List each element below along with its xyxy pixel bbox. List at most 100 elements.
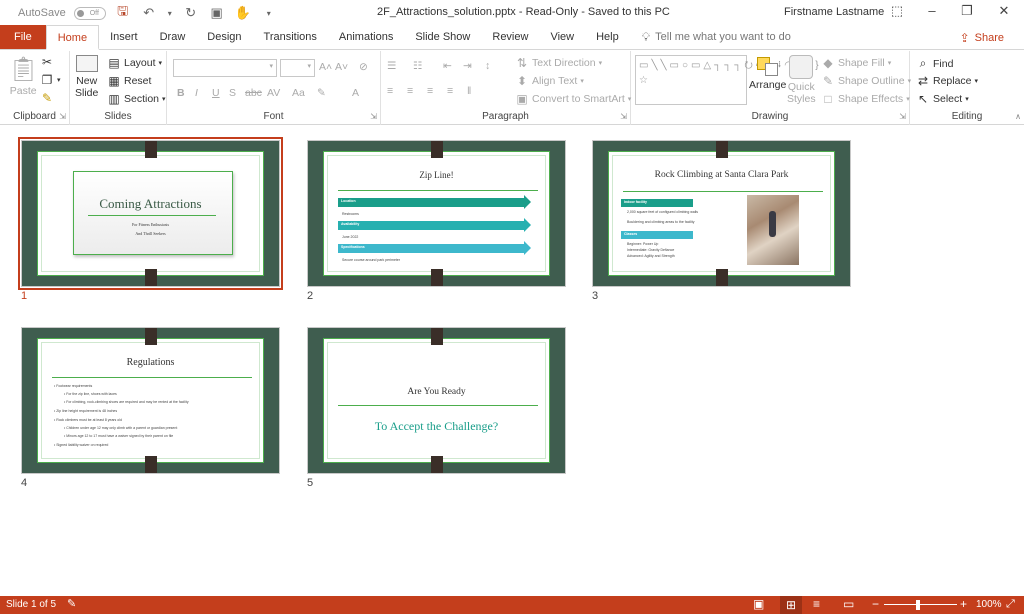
new-slide-button[interactable]: New Slide (75, 55, 98, 99)
zoom-out-icon[interactable]: − (872, 597, 879, 611)
reset-button[interactable]: ▦ Reset (107, 74, 151, 88)
reading-view-icon[interactable]: ≡ (813, 597, 820, 611)
numbering-icon[interactable]: ☷ (413, 60, 422, 72)
highlight-icon[interactable]: ✎ (317, 87, 326, 99)
find-button[interactable]: ⌕ Find (916, 56, 954, 71)
tab-help[interactable]: Help (585, 25, 630, 49)
save-icon[interactable]: 🖫 (114, 2, 132, 24)
tell-me-search[interactable]: 💡︎ Tell me what you want to do (630, 25, 791, 49)
tab-review[interactable]: Review (481, 25, 539, 49)
convert-smartart-button[interactable]: ▣ Convert to SmartArt ▾ (515, 92, 631, 106)
paragraph-launcher-icon[interactable]: ⇲ (620, 112, 627, 121)
format-painter-icon[interactable]: ✎ (40, 91, 54, 105)
arrange-button[interactable]: Arrange (749, 55, 786, 91)
minimize-icon[interactable]: – (922, 3, 942, 21)
normal-view-icon[interactable]: ▣ (753, 597, 764, 611)
drawing-group-label: Drawing (751, 111, 789, 122)
shape-effects-label: Shape Effects (838, 93, 904, 105)
slide-thumbnail-1[interactable]: Coming Attractions For Fitness Enthusias… (18, 137, 283, 290)
slide-thumbnail-3[interactable]: Rock Climbing at Santa Clara Park Indoor… (592, 140, 851, 287)
underline-icon[interactable]: U (212, 87, 220, 99)
tab-design[interactable]: Design (196, 25, 252, 49)
line-spacing-icon[interactable]: ↕ (485, 60, 490, 72)
tab-animations[interactable]: Animations (328, 25, 404, 49)
text-shadow-icon[interactable]: S (229, 87, 236, 99)
shape-fill-button[interactable]: ◆ Shape Fill ▾ (821, 56, 891, 70)
shapes-gallery[interactable]: ▭╲╲▭○▭△┐┐┐⭮⇨⭠⭭◠⤴{}☆ (635, 55, 819, 105)
font-color-icon[interactable]: A (352, 87, 359, 99)
text-direction-button[interactable]: ⇅ Text Direction ▾ (515, 56, 602, 70)
convert-smartart-label: Convert to SmartArt (532, 93, 625, 105)
replace-button[interactable]: ⇄ Replace ▾ (916, 74, 978, 88)
align-right-icon[interactable]: ≡ (427, 85, 433, 97)
shape-effects-button[interactable]: □ Shape Effects ▾ (821, 92, 909, 106)
justify-icon[interactable]: ≡ (447, 85, 453, 97)
select-button[interactable]: ↖ Select ▾ (916, 92, 969, 106)
touch-mode-icon[interactable]: ✋ (234, 5, 252, 21)
tab-draw[interactable]: Draw (149, 25, 197, 49)
close-icon[interactable]: ✕ (994, 3, 1014, 21)
zoom-level[interactable]: 100% (976, 599, 1002, 610)
start-from-beginning-icon[interactable]: ▣ (208, 5, 226, 21)
fit-to-window-icon[interactable]: ⤢ (1006, 598, 1015, 611)
font-name-dropdown[interactable]: ▾ (173, 59, 277, 77)
shape-outline-button[interactable]: ✎ Shape Outline ▾ (821, 74, 911, 88)
share-button[interactable]: ⇪ Share (960, 31, 1004, 45)
strikethrough-icon[interactable]: abc (245, 87, 262, 99)
slide-sorter-view-icon[interactable]: ⊞ (780, 596, 802, 614)
align-text-button[interactable]: ⬍ Align Text ▾ (515, 74, 584, 88)
slide-thumbnail-5[interactable]: Are You Ready To Accept the Challenge? (307, 327, 566, 474)
change-case-icon[interactable]: Aa (292, 87, 305, 99)
collapse-ribbon-icon[interactable]: ∧ (1015, 112, 1021, 121)
regulation-line: • Children under age 12 may only climb w… (64, 426, 178, 430)
zoom-slider-thumb[interactable] (916, 600, 920, 610)
zoom-in-icon[interactable]: + (960, 597, 967, 611)
shape-fill-icon: ◆ (823, 56, 833, 70)
list-text: Secure course around park perimeter (342, 258, 400, 262)
increase-font-size-icon[interactable]: A˄ (319, 61, 332, 73)
bullets-icon[interactable]: ☰ (387, 60, 396, 72)
user-name[interactable]: Firstname Lastname (784, 6, 884, 18)
quick-styles-button[interactable]: Quick Styles (787, 55, 816, 105)
slide-show-view-icon[interactable]: ▭ (843, 597, 854, 611)
increase-indent-icon[interactable]: ⇥ (463, 60, 472, 72)
replace-icon: ⇄ (917, 74, 929, 88)
tab-slide-show[interactable]: Slide Show (404, 25, 481, 49)
align-center-icon[interactable]: ≡ (407, 85, 413, 97)
decrease-font-size-icon[interactable]: A˅ (335, 61, 348, 73)
copy-icon[interactable]: ❐ ▾ (40, 73, 61, 87)
columns-icon[interactable]: ‖ (467, 85, 471, 97)
section-button[interactable]: ▥ Section ▾ (107, 92, 165, 106)
clear-formatting-icon[interactable]: ⊘ (359, 61, 368, 73)
character-spacing-icon[interactable]: AV (267, 87, 280, 99)
align-left-icon[interactable]: ≡ (387, 85, 393, 97)
paste-button[interactable]: 📋︎ Paste (8, 55, 38, 97)
tab-home[interactable]: Home (45, 25, 100, 50)
drawing-launcher-icon[interactable]: ⇲ (899, 112, 906, 121)
tab-transitions[interactable]: Transitions (253, 25, 328, 49)
font-size-dropdown[interactable]: ▾ (280, 59, 315, 77)
ribbon-display-options-icon[interactable]: ⬚ (887, 3, 907, 21)
italic-icon[interactable]: I (195, 87, 198, 99)
slide-strap-bottom (430, 456, 443, 473)
tab-view[interactable]: View (539, 25, 585, 49)
undo-icon[interactable]: ↶ (140, 5, 158, 21)
layout-button[interactable]: ▤ Layout ▾ (107, 56, 162, 70)
cut-icon[interactable]: ✂ (40, 55, 54, 69)
restore-icon[interactable]: ❐ (957, 3, 977, 21)
shape-effects-icon: □ (824, 92, 832, 106)
customize-toolbar-icon[interactable]: ▾ (260, 9, 278, 18)
tab-file[interactable]: File (0, 25, 46, 49)
slide-thumbnail-2[interactable]: Zip Line! Location Restrooms Availabilit… (307, 140, 566, 287)
slide-thumbnail-4[interactable]: Regulations • Footwear requirements • Fo… (21, 327, 280, 474)
clipboard-launcher-icon[interactable]: ⇲ (59, 112, 66, 121)
decrease-indent-icon[interactable]: ⇤ (443, 60, 452, 72)
redo-icon[interactable]: ↻ (182, 5, 200, 21)
tab-insert[interactable]: Insert (99, 25, 149, 49)
undo-dropdown-icon[interactable]: ▾ (166, 9, 174, 18)
autosave-toggle[interactable]: Off (73, 6, 106, 20)
notes-icon[interactable]: ✎ (67, 597, 76, 610)
font-launcher-icon[interactable]: ⇲ (370, 112, 377, 121)
bold-icon[interactable]: B (177, 87, 185, 99)
zoom-slider-track[interactable] (884, 604, 957, 605)
